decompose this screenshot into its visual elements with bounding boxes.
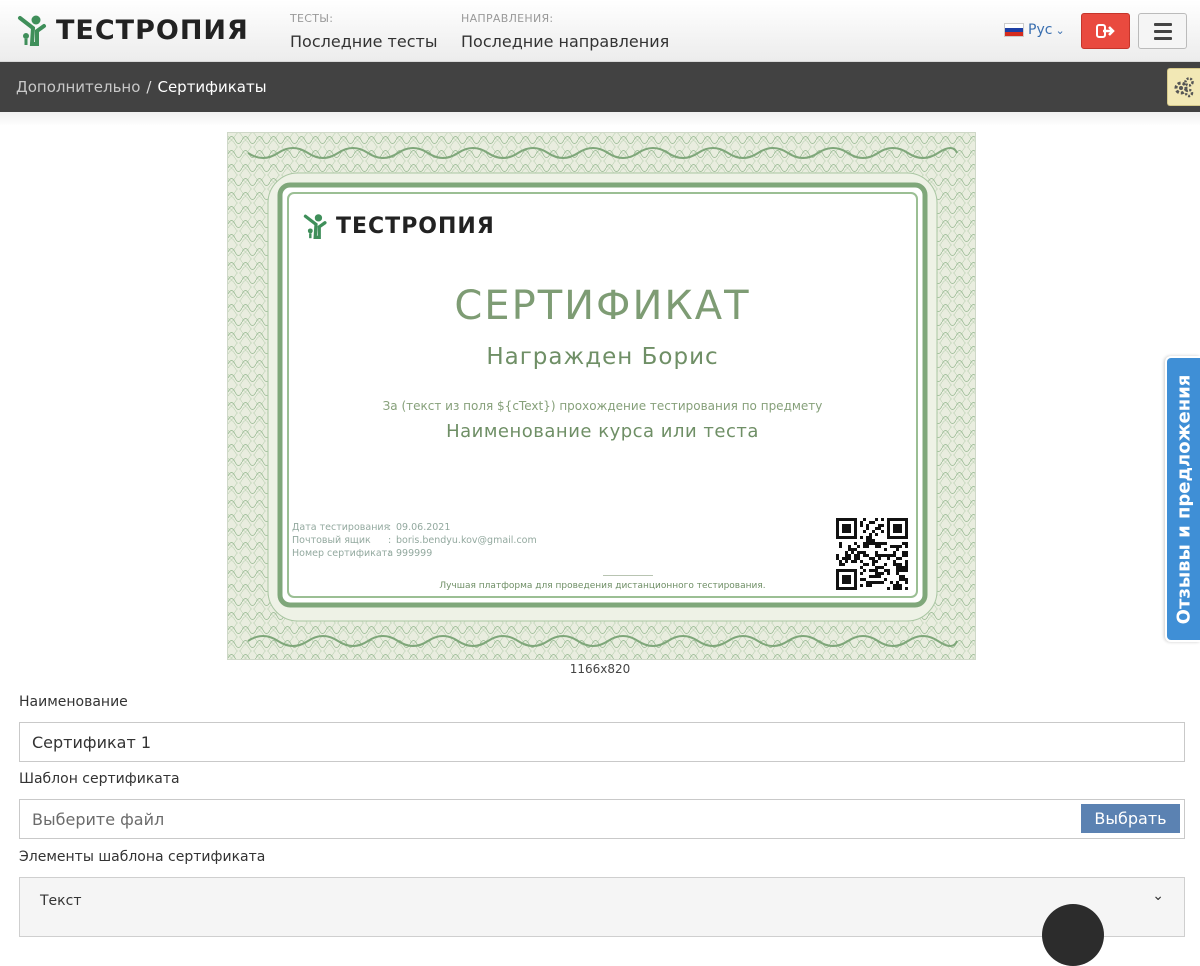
breadcrumb-separator: /	[146, 78, 152, 96]
certificate-name-value: Сертификат 1	[32, 732, 152, 752]
detail-value: 09.06.2021	[396, 522, 451, 533]
nav-tests: ТЕСТЫ: Последние тесты	[290, 12, 437, 51]
breadcrumb-current: Сертификаты	[157, 78, 267, 96]
qr-code-icon	[836, 518, 908, 590]
certificate-dimensions: 1166x820	[569, 662, 631, 676]
certificate-slogan: Лучшая платформа для проведения дистанци…	[439, 581, 766, 591]
menu-bar	[1153, 36, 1172, 40]
certificate-logo: ТЕСТРОПИЯ	[302, 213, 495, 239]
certificate-logo-text: ТЕСТРОПИЯ	[336, 213, 495, 239]
nav-directions-caption: НАПРАВЛЕНИЯ:	[461, 12, 554, 25]
nav-tests-caption: ТЕСТЫ:	[290, 12, 334, 25]
choose-file-button[interactable]: Выбрать	[1081, 804, 1180, 833]
certificate-course: Наименование курса или теста	[446, 421, 759, 442]
breadcrumb-parent-link[interactable]: Дополнительно	[16, 78, 140, 96]
nav-latest-directions-link[interactable]: Последние направления	[461, 32, 669, 51]
detail-colon: :	[388, 522, 392, 533]
certificate-reason: За (текст из поля ${cText}) прохождение …	[382, 399, 823, 413]
certificate-preview: ТЕСТРОПИЯ СЕРТИФИКАТ Награжден Борис За …	[227, 132, 976, 660]
certificate-recipient: Награжден Борис	[486, 344, 719, 370]
floating-action-button[interactable]	[1042, 904, 1104, 966]
logo-figure-icon	[303, 214, 327, 239]
logo-figure-icon	[18, 15, 46, 46]
menu-bar	[1153, 22, 1172, 26]
detail-row-date: Дата тестирования:09.06.2021	[292, 521, 537, 534]
detail-label: Дата тестирования	[292, 522, 390, 533]
detail-value: 999999	[396, 548, 433, 559]
detail-label: Почтовый ящик	[292, 535, 371, 546]
detail-label: Номер сертификата	[292, 548, 394, 559]
signature-line	[603, 575, 653, 576]
detail-value: boris.bendyu.kov@gmail.com	[396, 535, 537, 546]
detail-colon: :	[388, 535, 392, 546]
logo-text: ТЕСТРОПИЯ	[56, 14, 249, 46]
certificate-details: Дата тестирования:09.06.2021 Почтовый ящ…	[292, 521, 537, 560]
template-element-accordion[interactable]: Текст ⌄	[19, 877, 1185, 937]
template-elements-label: Элементы шаблона сертификата	[19, 849, 266, 865]
accordion-item-title: Текст	[40, 893, 82, 909]
settings-button[interactable]	[1167, 68, 1200, 106]
breadcrumb: Дополнительно / Сертификаты	[16, 78, 267, 96]
certificate-name-input[interactable]: Сертификат 1	[19, 722, 1185, 762]
top-header: ТЕСТРОПИЯ ТЕСТЫ: Последние тесты НАПРАВЛ…	[0, 0, 1200, 62]
breadcrumb-bar: Дополнительно / Сертификаты	[0, 62, 1200, 112]
site-logo[interactable]: ТЕСТРОПИЯ	[16, 12, 249, 48]
language-label: Рус	[1028, 22, 1053, 38]
nav-latest-tests-link[interactable]: Последние тесты	[290, 32, 437, 51]
name-label: Наименование	[19, 694, 128, 710]
chevron-down-icon: ⌄	[1152, 888, 1164, 904]
detail-colon: :	[388, 548, 392, 559]
content-top-shadow	[0, 112, 1200, 126]
certificate-title: СЕРТИФИКАТ	[454, 283, 751, 329]
chevron-down-icon: ⌄	[1055, 23, 1065, 37]
certificate-content: ТЕСТРОПИЯ СЕРТИФИКАТ Награжден Борис За …	[286, 191, 919, 599]
template-file-placeholder: Выберите файл	[32, 809, 165, 829]
language-selector[interactable]: Рус ⌄	[1004, 22, 1065, 38]
gears-icon	[1174, 77, 1194, 98]
nav-directions: НАПРАВЛЕНИЯ: Последние направления	[461, 12, 669, 51]
detail-row-email: Почтовый ящик: boris.bendyu.kov@gmail.com	[292, 534, 537, 547]
feedback-tab[interactable]: Отзывы и предложения	[1165, 356, 1200, 642]
logout-icon	[1095, 24, 1115, 38]
template-label: Шаблон сертификата	[19, 771, 180, 787]
hamburger-menu-button[interactable]	[1138, 13, 1187, 49]
template-file-input[interactable]: Выберите файл Выбрать	[19, 799, 1185, 839]
detail-row-number: Номер сертификата:999999	[292, 547, 537, 560]
logout-button[interactable]	[1081, 13, 1130, 49]
russian-flag-icon	[1004, 23, 1024, 37]
menu-bar	[1153, 29, 1172, 33]
feedback-tab-label: Отзывы и предложения	[1173, 374, 1195, 624]
